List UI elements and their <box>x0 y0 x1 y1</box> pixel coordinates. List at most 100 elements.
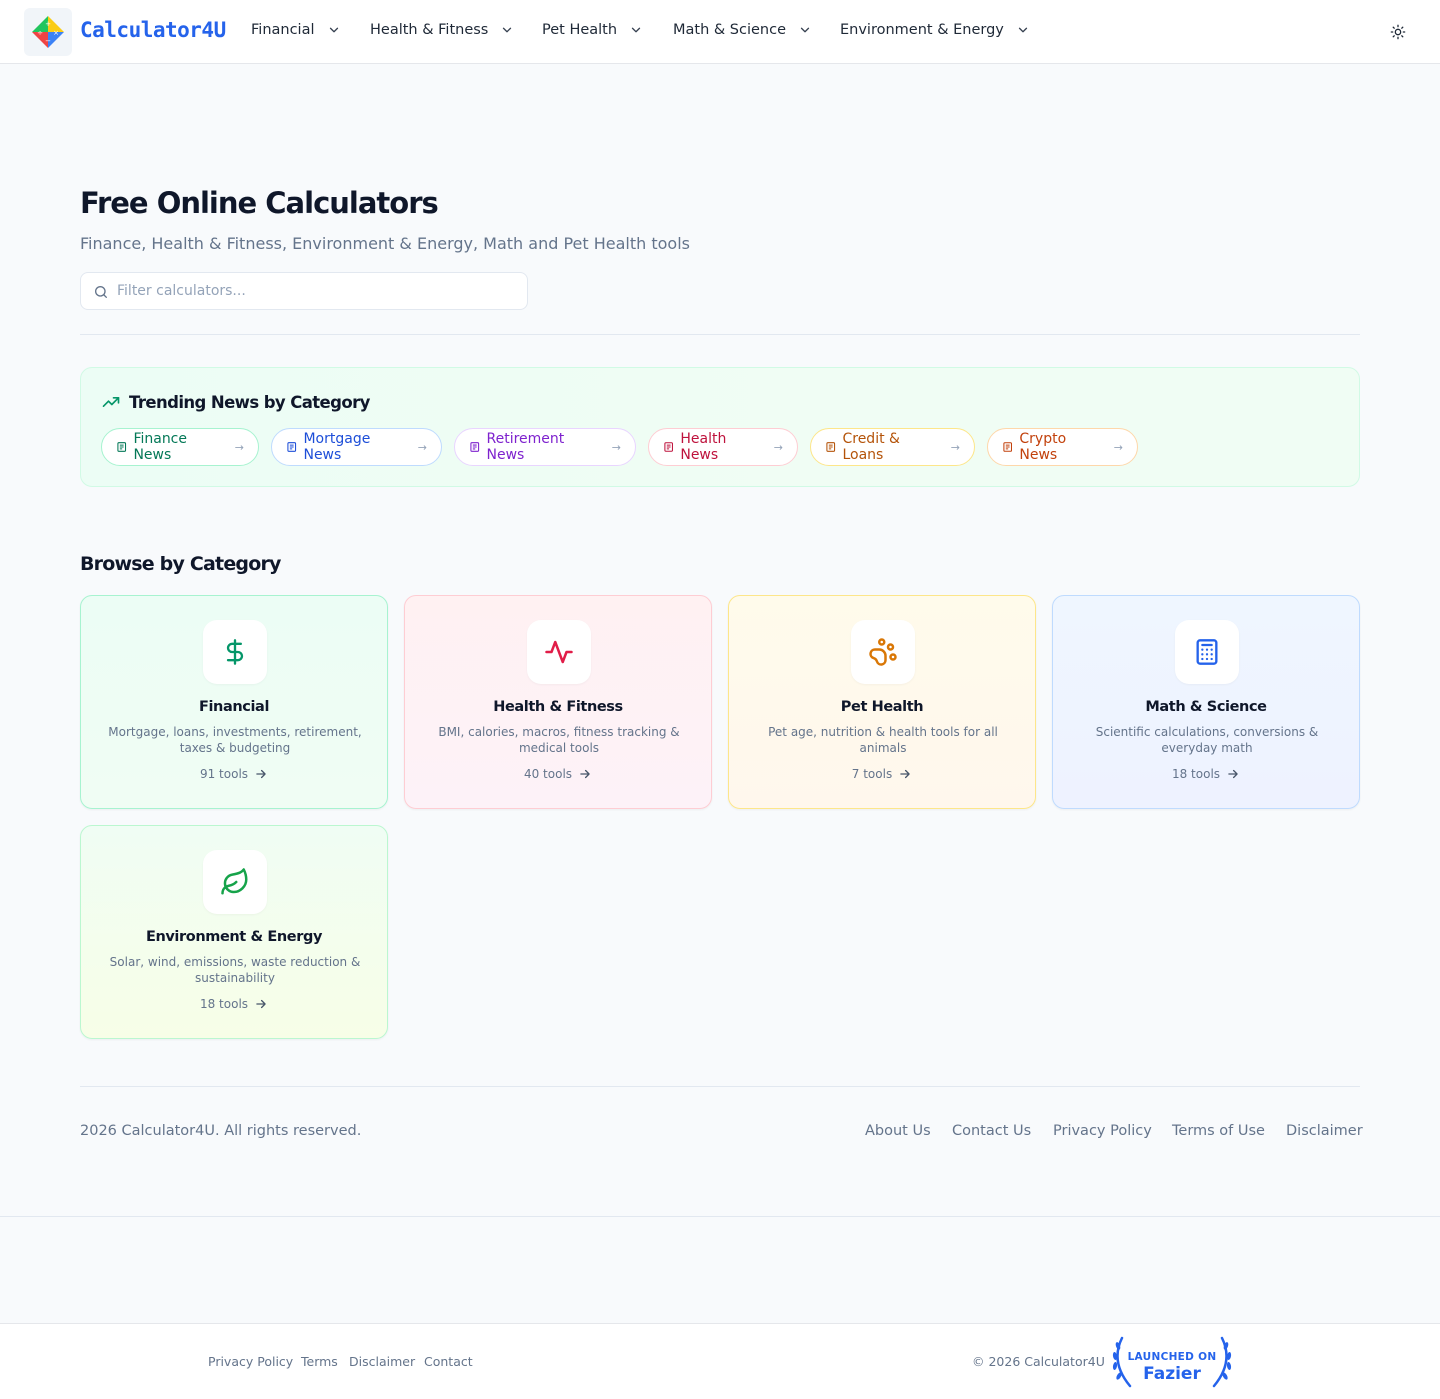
bottom-bar: Privacy Policy Terms Disclaimer Contact … <box>0 1323 1440 1399</box>
chevron-down-icon <box>1018 27 1028 33</box>
footer-copyright: 2026 Calculator4U. All rights reserved. <box>80 1123 362 1139</box>
card-icon-box <box>203 620 267 684</box>
page-subtitle: Finance, Health & Fitness, Environment &… <box>80 234 690 253</box>
news-pill-label: Retirement News <box>486 431 565 463</box>
arrow-right-icon <box>1228 769 1238 779</box>
chevron-down-icon <box>503 27 512 33</box>
card-description: BMI, calories, macros, fitness tracking … <box>438 725 680 755</box>
news-pill[interactable]: Credit & Loans → <box>810 428 975 466</box>
site-name[interactable]: Calculator4U <box>80 18 226 42</box>
card-description: Pet age, nutrition & health tools for al… <box>768 725 998 755</box>
newspaper-icon <box>287 442 297 452</box>
nav-math-science[interactable]: Math & Science <box>673 22 812 38</box>
trending-title: Trending News by Category <box>101 392 370 412</box>
bottom-link-terms[interactable]: Terms <box>301 1354 338 1369</box>
nav-financial[interactable]: Financial <box>251 22 341 38</box>
footer-link-privacy[interactable]: Privacy Policy <box>1053 1123 1152 1139</box>
card-icon-box <box>203 850 267 914</box>
arrow-right-icon: → <box>417 440 427 454</box>
newspaper-icon <box>826 442 836 452</box>
footer-link-disclaimer[interactable]: Disclaimer <box>1286 1123 1363 1139</box>
trending-title-text: Trending News by Category <box>129 392 370 412</box>
chevron-down-icon <box>631 27 641 33</box>
category-card-pet-health[interactable]: Pet Health Pet age, nutrition & health t… <box>728 595 1036 809</box>
arrow-right-icon: → <box>1113 440 1123 454</box>
leaf-icon <box>221 868 248 895</box>
news-pill[interactable]: Finance News → <box>101 428 259 466</box>
card-description: Scientific calculations, conversions & e… <box>1095 725 1319 755</box>
card-count: 18 tools <box>81 997 387 1011</box>
news-pill[interactable]: Mortgage News → <box>271 428 442 466</box>
newspaper-icon <box>470 442 480 452</box>
news-pill-label: Health News <box>680 431 727 463</box>
nav-label: Environment & Energy <box>840 22 1004 38</box>
logo-icon: + × − ÷ <box>32 16 64 48</box>
badge-line1: LAUNCHED ON <box>1127 1351 1217 1363</box>
footer-link-terms[interactable]: Terms of Use <box>1172 1123 1265 1139</box>
sun-icon <box>1390 24 1406 40</box>
arrow-right-icon: → <box>234 440 244 454</box>
arrow-right-icon <box>900 769 910 779</box>
news-pill-label: Finance News <box>133 431 187 463</box>
nav-label: Health & Fitness <box>370 22 489 38</box>
news-pill[interactable]: Health News → <box>648 428 798 466</box>
news-pill-label: Credit & Loans <box>842 431 900 463</box>
activity-icon <box>545 640 573 664</box>
bottom-link-contact[interactable]: Contact <box>424 1354 473 1369</box>
theme-toggle-button[interactable] <box>1386 20 1410 44</box>
nav-label: Math & Science <box>673 22 787 38</box>
search-input[interactable] <box>117 273 517 309</box>
page-title: Free Online Calculators <box>80 186 439 220</box>
divider <box>0 1216 1440 1217</box>
svg-text:×: × <box>53 29 59 37</box>
calculator-icon <box>1196 639 1218 665</box>
bottom-link-disclaimer[interactable]: Disclaimer <box>349 1354 415 1369</box>
newspaper-icon <box>664 442 673 452</box>
search-box <box>80 272 528 310</box>
divider <box>80 1086 1360 1087</box>
category-card-health-fitness[interactable]: Health & Fitness BMI, calories, macros, … <box>404 595 712 809</box>
nav-pet-health[interactable]: Pet Health <box>542 22 643 38</box>
newspaper-icon <box>1003 442 1013 452</box>
divider <box>80 334 1360 335</box>
tool-count: 18 tools <box>1171 767 1221 781</box>
card-count: 40 tools <box>405 767 711 781</box>
card-title: Pet Health <box>840 699 924 715</box>
card-title: Financial <box>198 699 270 715</box>
trending-up-icon <box>102 397 120 407</box>
chevron-down-icon <box>800 27 810 33</box>
tool-count: 40 tools <box>523 767 573 781</box>
search-icon <box>95 286 107 298</box>
category-card-environment-energy[interactable]: Environment & Energy Solar, wind, emissi… <box>80 825 388 1039</box>
tool-count: 91 tools <box>199 767 249 781</box>
badge-line2: Fazier <box>1143 1364 1201 1384</box>
logo[interactable]: + × − ÷ <box>24 8 72 56</box>
footer-link-contact[interactable]: Contact Us <box>952 1123 1031 1139</box>
bottom-link-privacy[interactable]: Privacy Policy <box>208 1354 293 1369</box>
category-card-math-science[interactable]: Math & Science Scientific calculations, … <box>1052 595 1360 809</box>
card-title: Health & Fitness <box>493 699 623 715</box>
nav-health-fitness[interactable]: Health & Fitness <box>370 22 514 38</box>
browse-title: Browse by Category <box>80 553 281 575</box>
nav-label: Pet Health <box>542 22 618 38</box>
card-count: 91 tools <box>81 767 387 781</box>
arrow-right-icon: → <box>950 440 960 454</box>
card-icon-box <box>851 620 915 684</box>
news-pill-label: Crypto News <box>1019 431 1067 463</box>
footer-link-about[interactable]: About Us <box>865 1123 931 1139</box>
category-card-financial[interactable]: Financial Mortgage, loans, investments, … <box>80 595 388 809</box>
arrow-right-icon <box>256 999 266 1009</box>
card-description: Mortgage, loans, investments, retirement… <box>108 725 362 755</box>
card-title: Environment & Energy <box>145 929 323 945</box>
bottom-copyright: © 2026 Calculator4U <box>972 1354 1105 1369</box>
news-pill[interactable]: Retirement News → <box>454 428 636 466</box>
news-pill[interactable]: Crypto News → <box>987 428 1138 466</box>
trending-news-panel: Trending News by Category Finance News → M… <box>80 367 1360 487</box>
svg-text:÷: ÷ <box>37 29 43 37</box>
card-count: 7 tools <box>729 767 1035 781</box>
fazier-badge[interactable]: LAUNCHED ON Fazier <box>1110 1334 1234 1390</box>
dollar-icon <box>226 639 244 665</box>
tool-count: 7 tools <box>851 767 893 781</box>
nav-environment-energy[interactable]: Environment & Energy <box>840 22 1030 38</box>
card-count: 18 tools <box>1053 767 1359 781</box>
